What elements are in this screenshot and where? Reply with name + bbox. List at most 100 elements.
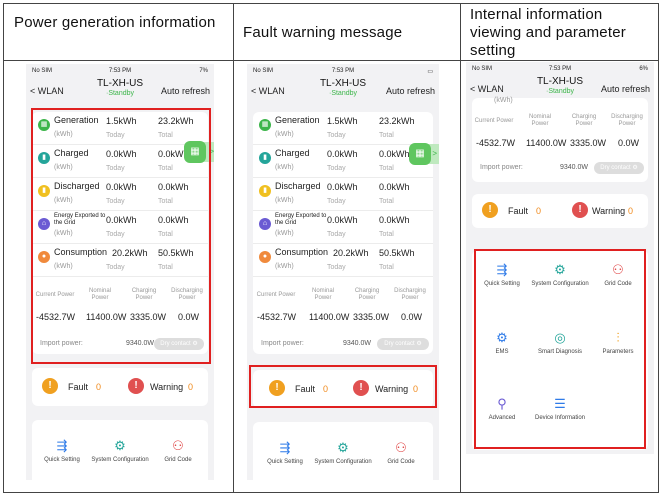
tile-grid-code[interactable]: ⚇ Grid Code — [371, 440, 431, 466]
charging-power-label: Charging Power — [571, 114, 597, 127]
auto-refresh-button[interactable]: Auto refresh — [161, 86, 210, 96]
charging-power-label: Charging Power — [354, 288, 380, 301]
fault-icon: ! — [42, 378, 58, 394]
energy-row-charged[interactable]: ▮ Charged (kWh) 0.0kWh 0.0kWh Today Tota… — [253, 145, 433, 178]
floating-device-button[interactable]: ▦ — [409, 143, 431, 165]
tile-system-configuration[interactable]: ⚙ System Configuration — [313, 440, 373, 466]
fault-icon: ! — [482, 202, 498, 218]
today-value: 1.5kWh — [327, 116, 358, 126]
today-label: Today — [327, 132, 346, 139]
import-power-value: 9340.0W — [560, 164, 589, 171]
warning-icon: ! — [128, 378, 144, 394]
warning-label[interactable]: Warning — [592, 206, 625, 216]
row-unit: (kWh) — [275, 164, 294, 171]
battery-charged-icon: ▮ — [259, 152, 271, 164]
energy-row-discharged[interactable]: ▮ Discharged (kWh) 0.0kWh 0.0kWh Today T… — [253, 178, 433, 211]
alerts-card: ! Fault 0 ! Warning 0 — [32, 368, 208, 406]
chevron-right-icon: > — [432, 149, 437, 158]
charging-power-value: 3335.0W — [353, 312, 390, 322]
discharging-power-label: Discharging Power — [611, 114, 643, 127]
quick-setting-icon: ⇶ — [56, 438, 68, 453]
caption-power-generation: Power generation information — [14, 14, 216, 31]
today-label: Today — [327, 264, 346, 271]
battery-text: 7% — [199, 68, 208, 74]
auto-refresh-button[interactable]: Auto refresh — [386, 86, 435, 96]
import-power-value: 9340.0W — [343, 340, 372, 347]
battery-icon: ▭ — [427, 69, 433, 75]
battery-discharged-icon: ▮ — [259, 185, 271, 197]
fault-label[interactable]: Fault — [68, 382, 88, 392]
dry-contact-label: Dry contact — [384, 341, 415, 347]
clock-text: 7:53 PM — [331, 68, 355, 74]
energy-row-generation[interactable]: ▦ Generation (kWh) 1.5kWh 23.2kWh Today … — [253, 112, 433, 145]
row-unit: (kWh) — [275, 263, 294, 270]
today-value: 0.0kWh — [327, 149, 358, 159]
dry-contact-button[interactable]: Dry contact ⚙ — [594, 162, 644, 174]
energy-row-grid-export[interactable]: ⌂ Energy Exported to the Grid (kWh) 0.0k… — [253, 211, 433, 244]
warning-count: 0 — [628, 206, 634, 216]
warning-count: 0 — [188, 382, 194, 392]
auto-refresh-button[interactable]: Auto refresh — [601, 84, 650, 94]
device-icon: ▦ — [415, 148, 425, 159]
battery-text: 6% — [639, 66, 648, 72]
current-power-label: Current Power — [256, 292, 296, 298]
today-value: 0.0kWh — [327, 215, 358, 225]
grid-code-icon: ⚇ — [172, 438, 184, 453]
today-value: 0.0kWh — [327, 182, 358, 192]
system-configuration-icon: ⚙ — [114, 438, 126, 453]
total-value: 0.0kWh — [379, 215, 410, 225]
charging-power-value: 3335.0W — [570, 138, 607, 148]
total-value: 23.2kWh — [379, 116, 415, 126]
row-label: Energy Exported to the Grid — [275, 213, 327, 226]
settings-icon: ⚙ — [416, 341, 422, 347]
tile-system-configuration[interactable]: ⚙ System Configuration — [90, 438, 150, 464]
row-label: Generation — [275, 115, 320, 125]
energy-card-partial: (kWh) Current Power Nominal Power Chargi… — [472, 97, 648, 182]
column-divider — [460, 3, 461, 493]
nominal-power-value: 11400.0W — [309, 312, 350, 322]
dry-contact-button[interactable]: Dry contact ⚙ — [377, 338, 429, 350]
tile-quick-setting[interactable]: ⇶ Quick Setting — [32, 438, 92, 464]
nav-bar: < WLAN TL-XH-US ·Standby Auto refresh — [247, 77, 439, 107]
tile-label: Quick Setting — [267, 459, 303, 465]
nav-bar: < WLAN TL-XH-US ·Standby Auto refresh — [26, 77, 214, 107]
tile-label: System Configuration — [91, 457, 149, 463]
tile-grid-code[interactable]: ⚇ Grid Code — [148, 438, 208, 464]
today-label: Today — [327, 198, 346, 205]
warning-label[interactable]: Warning — [150, 382, 183, 392]
fault-label[interactable]: Fault — [508, 206, 528, 216]
tools-card: ⇶ Quick Setting ⚙ System Configuration ⚇ Gr… — [253, 422, 433, 480]
nominal-power-label: Nominal Power — [528, 114, 551, 127]
total-value: 0.0kWh — [379, 182, 410, 192]
highlight-box-energy — [31, 108, 211, 364]
row-label: Charged — [275, 148, 310, 158]
nominal-power-value: 11400.0W — [526, 138, 567, 148]
tile-label: Quick Setting — [44, 457, 80, 463]
discharging-power-value: 0.0W — [618, 138, 640, 148]
energy-row-consumption[interactable]: ● Consumption (kWh) 20.2kWh 50.5kWh Toda… — [253, 244, 433, 277]
tools-card: ⇶ Quick Setting ⚙ System Configuration ⚇ Gr… — [32, 420, 208, 480]
caption-internal-info: Internal information viewing and paramet… — [470, 6, 626, 59]
tile-label: Grid Code — [164, 457, 192, 463]
highlight-box-alerts — [249, 365, 437, 408]
grid-export-icon: ⌂ — [259, 218, 271, 230]
consumption-icon: ● — [259, 251, 271, 263]
total-label: Total — [379, 165, 394, 172]
today-label: Today — [327, 231, 346, 238]
discharging-power-value: 0.0W — [401, 312, 423, 322]
tile-label: System Configuration — [314, 459, 372, 465]
row-label: Consumption — [275, 247, 329, 257]
import-power-label: Import power: — [261, 340, 304, 347]
tile-label: Grid Code — [387, 459, 415, 465]
generation-icon: ▦ — [259, 119, 271, 131]
total-label: Total — [379, 198, 394, 205]
discharging-power-label: Discharging Power — [394, 288, 426, 301]
caption-fault-warning: Fault warning message — [243, 24, 403, 41]
header-divider — [3, 60, 659, 61]
quick-setting-icon: ⇶ — [279, 440, 291, 455]
energy-card: ▦ Generation (kWh) 1.5kWh 23.2kWh Today … — [253, 112, 433, 354]
dry-contact-label: Dry contact — [600, 165, 631, 171]
clock-text: 7:53 PM — [108, 68, 132, 74]
warning-icon: ! — [572, 202, 588, 218]
tile-quick-setting[interactable]: ⇶ Quick Setting — [255, 440, 315, 466]
